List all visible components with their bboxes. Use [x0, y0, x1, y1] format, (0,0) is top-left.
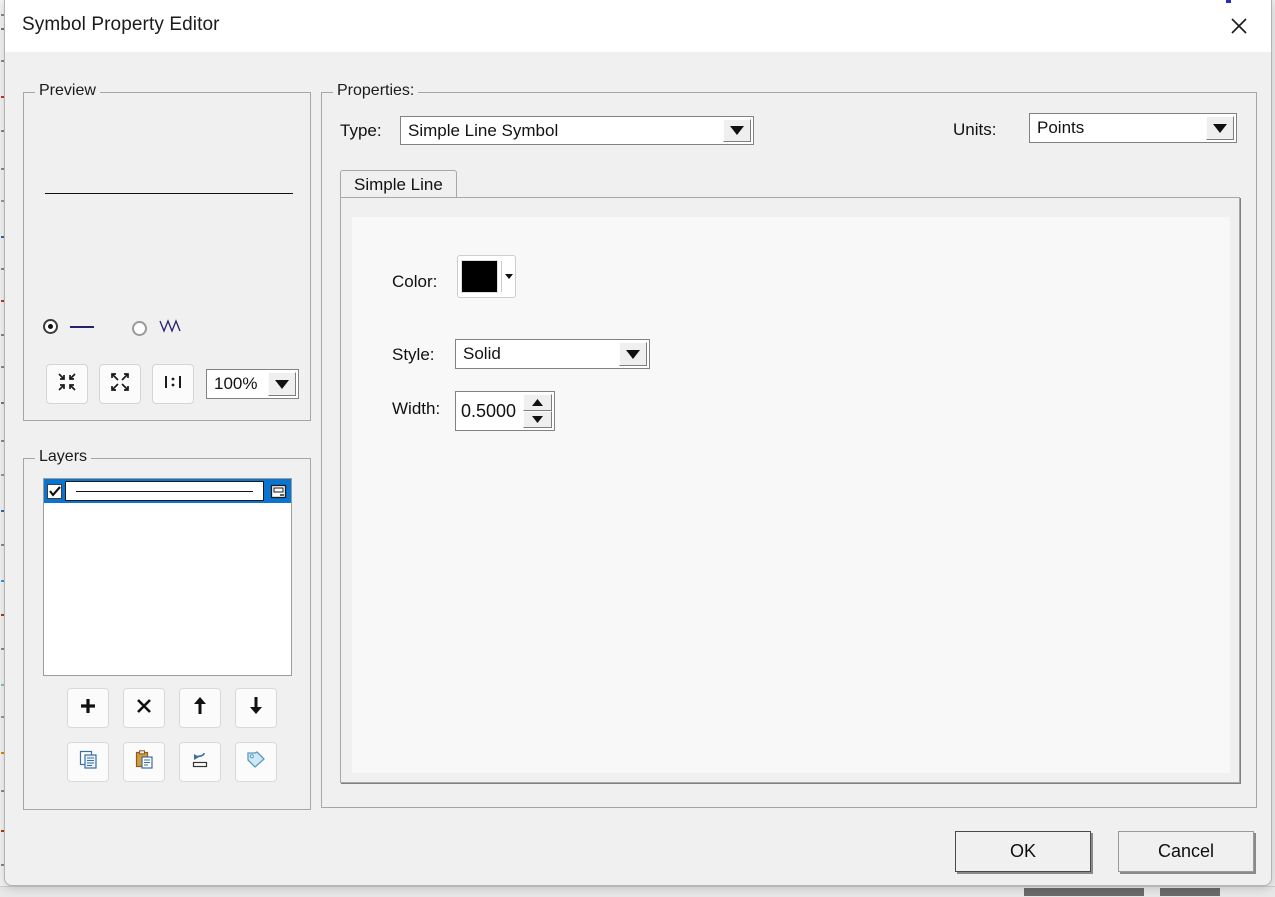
layer-properties-icon[interactable]: [267, 481, 289, 502]
preview-straight-line-option[interactable]: [43, 319, 94, 334]
chevron-down-icon: [1206, 116, 1234, 140]
paste-icon: [135, 750, 154, 774]
layers-list[interactable]: [43, 478, 292, 676]
tag-layer-button[interactable]: [235, 742, 277, 782]
preview-line-symbol: [45, 193, 293, 194]
copy-icon: [79, 750, 98, 774]
cross-icon: [136, 698, 152, 719]
preview-zoom-combo[interactable]: 100%: [206, 369, 299, 399]
line-glyph-icon: [70, 325, 94, 328]
properties-tabstrip: Simple Line: [340, 170, 1240, 198]
swap-icon: [190, 750, 210, 774]
arrow-down-icon: [248, 696, 264, 720]
close-button[interactable]: [1207, 0, 1271, 52]
line-width-increment-button[interactable]: [523, 394, 552, 411]
layers-group: Layers: [23, 448, 311, 810]
line-width-value: 0.5000: [461, 400, 517, 421]
ok-button[interactable]: OK: [955, 831, 1091, 872]
actual-size-button[interactable]: [152, 364, 194, 404]
line-width-decrement-button[interactable]: [523, 411, 552, 428]
type-label: Type:: [340, 121, 382, 140]
title-bar: Symbol Property Editor: [5, 0, 1271, 52]
simple-line-tab-panel: Color: Style: Solid Width: 0.5000: [340, 197, 1240, 783]
preview-zigzag-line-option[interactable]: [132, 319, 181, 338]
color-label: Color:: [392, 272, 438, 291]
radio-unselected-icon: [132, 321, 147, 336]
tag-icon: [246, 750, 266, 774]
layer-action-buttons: [67, 688, 291, 796]
arrow-up-icon: [192, 696, 208, 720]
color-picker-button[interactable]: [457, 255, 516, 298]
copy-layer-button[interactable]: [67, 742, 109, 782]
background-taskbar: [0, 886, 1275, 897]
arrows-outward-icon: [110, 372, 130, 397]
chevron-down-icon: [619, 342, 647, 366]
preview-shape-options: [43, 319, 293, 345]
paste-layer-button[interactable]: [123, 742, 165, 782]
preview-zoom-value: 100%: [214, 374, 258, 393]
units-value: Points: [1037, 118, 1085, 137]
zigzag-glyph-icon: [159, 319, 181, 338]
move-layer-up-button[interactable]: [179, 688, 221, 728]
layer-symbol-preview: [65, 481, 264, 501]
line-width-spin-buttons: [523, 394, 552, 428]
line-style-value: Solid: [463, 344, 501, 363]
properties-group: Properties: Type: Simple Line Symbol Uni…: [321, 82, 1257, 808]
arrows-inward-icon: [57, 372, 77, 397]
line-width-stepper[interactable]: 0.5000: [455, 391, 555, 431]
zoom-in-button[interactable]: [99, 364, 141, 404]
symbol-property-editor-dialog: Symbol Property Editor Preview 100% Laye…: [4, 0, 1272, 886]
preview-zoom-toolbar: 100%: [46, 364, 299, 404]
simple-line-tab-content: Color: Style: Solid Width: 0.5000: [352, 217, 1230, 773]
layer-action-row-2: [67, 742, 291, 782]
line-style-combo[interactable]: Solid: [455, 339, 650, 369]
plus-icon: [79, 697, 97, 720]
tab-simple-line[interactable]: Simple Line: [340, 170, 457, 198]
cancel-button[interactable]: Cancel: [1118, 831, 1254, 872]
preview-group: Preview 100%: [23, 82, 311, 421]
units-combo[interactable]: Points: [1029, 113, 1237, 143]
zoom-out-button[interactable]: [46, 364, 88, 404]
properties-group-label: Properties:: [333, 82, 419, 100]
one-to-one-icon: [163, 374, 183, 395]
symbol-type-value: Simple Line Symbol: [408, 120, 559, 140]
swap-layer-button[interactable]: [179, 742, 221, 782]
chevron-down-icon: [268, 372, 296, 396]
add-layer-button[interactable]: [67, 688, 109, 728]
style-label: Style:: [392, 345, 435, 364]
delete-layer-button[interactable]: [123, 688, 165, 728]
layer-visibility-checkbox[interactable]: [47, 483, 62, 499]
symbol-type-combo[interactable]: Simple Line Symbol: [400, 116, 754, 145]
layer-action-row-1: [67, 688, 291, 728]
window-title: Symbol Property Editor: [22, 14, 220, 35]
chevron-down-icon: [502, 274, 515, 279]
radio-selected-icon: [43, 319, 58, 334]
units-label: Units:: [953, 120, 997, 139]
chevron-down-icon: [723, 119, 751, 142]
layer-list-item[interactable]: [44, 479, 291, 503]
color-swatch: [461, 260, 499, 293]
width-label: Width:: [392, 399, 441, 418]
preview-canvas: [24, 93, 310, 308]
move-layer-down-button[interactable]: [235, 688, 277, 728]
layers-group-label: Layers: [35, 448, 92, 466]
close-icon: [1229, 16, 1249, 36]
